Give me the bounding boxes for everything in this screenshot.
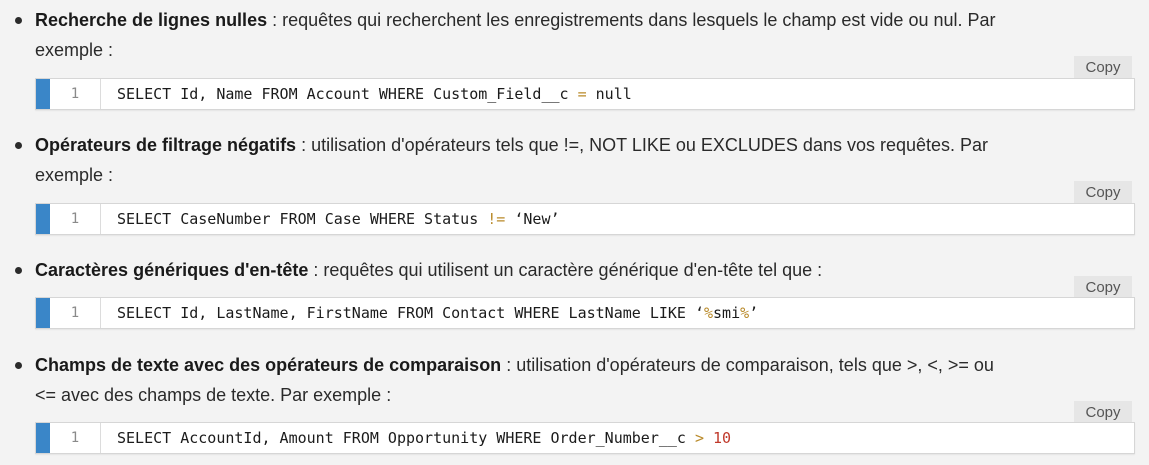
code-accent-bar [36, 298, 50, 328]
item-text-continued: exemple : [35, 165, 114, 185]
item-description: Recherche de lignes nulles : requêtes qu… [35, 5, 1130, 65]
line-number: 1 [50, 204, 101, 234]
bullet-icon [15, 17, 22, 24]
document-content: Recherche de lignes nulles : requêtes qu… [0, 0, 1149, 465]
code-block: 1 SELECT CaseNumber FROM Case WHERE Stat… [35, 203, 1135, 235]
item-text: : utilisation d'opérateurs de comparaiso… [501, 355, 994, 375]
item-text-continued: exemple : [35, 40, 114, 60]
item-title: Champs de texte avec des opérateurs de c… [35, 355, 502, 375]
item-title: Opérateurs de filtrage négatifs [35, 135, 297, 155]
item-text: : requêtes qui utilisent un caractère gé… [308, 260, 823, 280]
item-text: : requêtes qui recherchent les enregistr… [267, 10, 996, 30]
code-token: ’ [749, 304, 759, 322]
code-line: SELECT Id, Name FROM Account WHERE Custo… [117, 79, 632, 109]
code-operator: = [577, 85, 587, 103]
code-number: 10 [704, 429, 732, 447]
copy-button[interactable]: Copy [1074, 181, 1132, 205]
item-description: Caractères génériques d'en-tête : requêt… [35, 255, 1130, 285]
code-operator: % [740, 304, 750, 322]
line-number: 1 [50, 79, 101, 109]
code-line: SELECT CaseNumber FROM Case WHERE Status… [117, 204, 560, 234]
code-token: null [586, 85, 632, 103]
code-operator: % [704, 304, 714, 322]
code-accent-bar [36, 204, 50, 234]
code-block: 1 SELECT Id, LastName, FirstName FROM Co… [35, 297, 1135, 329]
code-accent-bar [36, 423, 50, 453]
item-description: Opérateurs de filtrage négatifs : utilis… [35, 130, 1130, 190]
item-text: : utilisation d'opérateurs tels que !=, … [296, 135, 989, 155]
code-token: SELECT CaseNumber FROM Case WHERE Status [117, 210, 488, 228]
bullet-icon [15, 142, 22, 149]
line-number: 1 [50, 298, 101, 328]
bullet-icon [15, 362, 22, 369]
code-operator: > [694, 429, 704, 447]
code-token: ‘New’ [505, 210, 560, 228]
bullet-icon [15, 267, 22, 274]
code-token: SELECT Id, Name FROM Account WHERE Custo… [117, 85, 578, 103]
code-operator: != [487, 210, 506, 228]
item-title: Caractères génériques d'en-tête [35, 260, 309, 280]
line-number: 1 [50, 423, 101, 453]
item-text-continued: <= avec des champs de texte. Par exemple… [35, 385, 392, 405]
code-line: SELECT AccountId, Amount FROM Opportunit… [117, 423, 731, 453]
code-token: smi [713, 304, 741, 322]
code-block: 1 SELECT Id, Name FROM Account WHERE Cus… [35, 78, 1135, 110]
code-token: SELECT Id, LastName, FirstName FROM Cont… [117, 304, 704, 322]
item-description: Champs de texte avec des opérateurs de c… [35, 350, 1130, 410]
item-title: Recherche de lignes nulles [35, 10, 268, 30]
copy-button[interactable]: Copy [1074, 56, 1132, 80]
code-token: SELECT AccountId, Amount FROM Opportunit… [117, 429, 695, 447]
code-block: 1 SELECT AccountId, Amount FROM Opportun… [35, 422, 1135, 454]
code-line: SELECT Id, LastName, FirstName FROM Cont… [117, 298, 758, 328]
code-accent-bar [36, 79, 50, 109]
